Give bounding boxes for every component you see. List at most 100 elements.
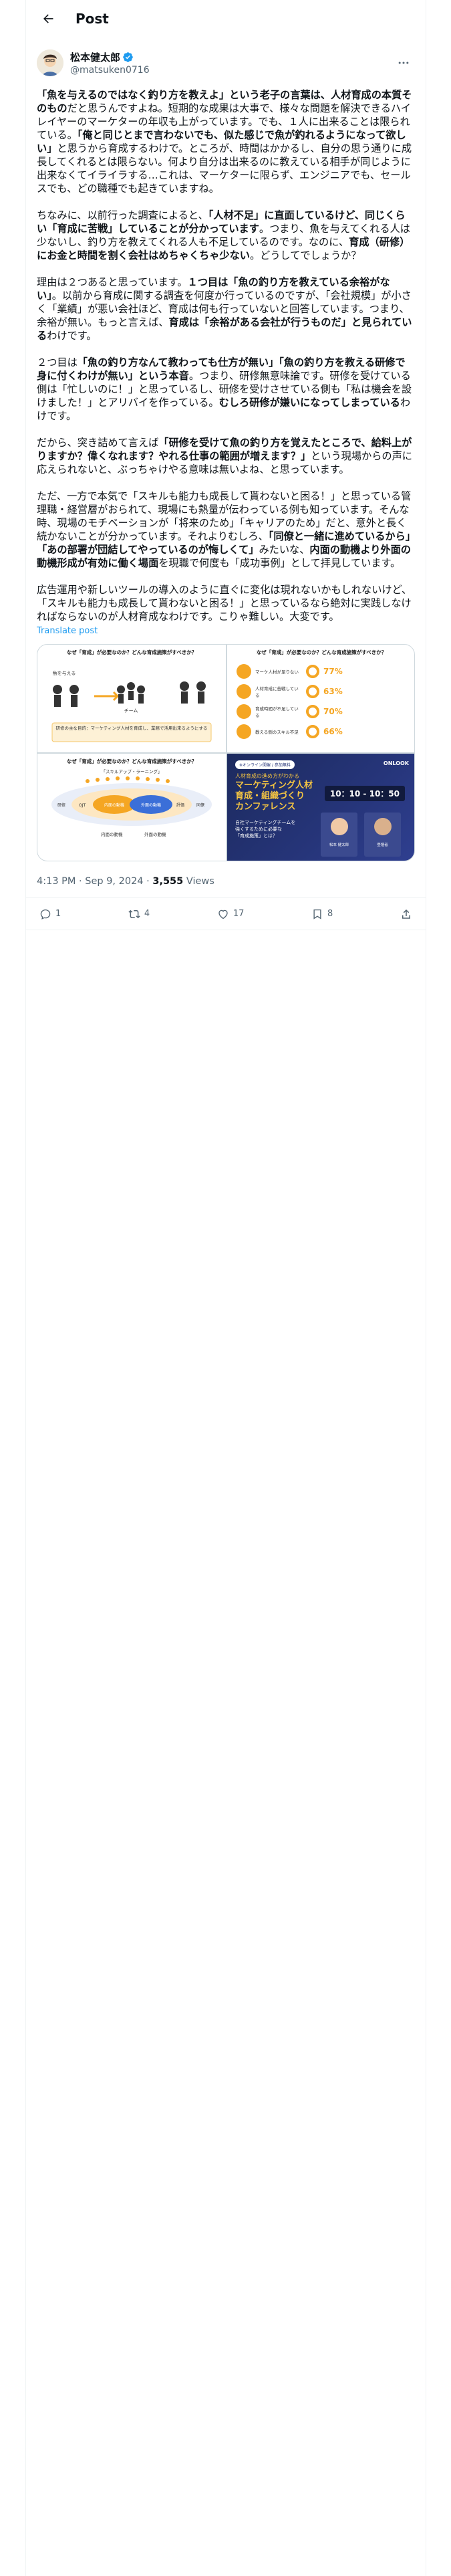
image-2-title: なぜ「育成」が必要なのか？どんな育成施策がすべきか？ [256, 649, 387, 655]
heart-icon [218, 909, 228, 919]
stat-label: マーケ人材が足りない [255, 669, 299, 675]
author-handle[interactable]: @matsuken0716 [70, 65, 392, 76]
stat-label: 育成時間が不足している [255, 706, 299, 718]
stat-donut-icon [306, 725, 319, 738]
like-count: 17 [233, 909, 245, 919]
post-time[interactable]: 4:13 PM · Sep 9, 2024 · [37, 876, 152, 887]
diagram-label-6: 同僚 [196, 802, 204, 808]
diagram-label-5: 評価 [176, 802, 184, 808]
post-paragraph-3: 理由は２つあると思っています。１つ目は「魚の釣り方を教えている余裕がない」。以前… [37, 276, 412, 342]
top-bar: Post [26, 0, 426, 37]
post-paragraph-1: 「魚を与えるのではなく釣り方を教えよ」という老子の言葉は、人材育成の本質そのもの… [37, 89, 412, 195]
webinar-pill: ※オンライン開催 / 参加無料 [235, 760, 295, 769]
webinar-title-line-1: マーケティング人材 [235, 780, 313, 790]
stat-row: 育成時間が不足している 70% [237, 702, 406, 722]
speaker-2-name: 登壇者 [377, 843, 388, 847]
page-title: Post [76, 11, 109, 27]
speaker-1-name: 松本 健太郎 [329, 843, 349, 847]
image-1-bubble: 魚を与える [53, 670, 76, 676]
stat-percent: 77% [323, 667, 343, 676]
author-name: 松本健太郎 [70, 51, 121, 64]
image-2-rows: マーケ人材が足りない 77% 人材育成に苦戦している 63% 育成時間が不足して… [227, 656, 414, 742]
stat-person-icon [237, 724, 251, 739]
image-3-label-top: 「スキルアップ・ラーニング」 [101, 769, 162, 774]
page: Post 松本健太郎 @matsuken0716 「魚を与えるのではなく釣り方を… [0, 0, 451, 2576]
image-1-box-text: 研修の主な目的：マーケティング人材を育成し、業務で活用出来るようにする [55, 726, 208, 731]
reply-button[interactable]: 1 [39, 908, 61, 920]
translate-post-link[interactable]: Translate post [26, 626, 426, 636]
speaker-1-photo: 松本 健太郎 [321, 813, 357, 857]
stat-person-icon [237, 664, 251, 679]
author-names: 松本健太郎 @matsuken0716 [70, 50, 392, 76]
webinar-desc-line-3: 「育成施策」とは？ [235, 833, 277, 839]
media-image-3[interactable]: なぜ「育成」が必要なのか？どんな育成施策がすべきか？ 「スキルアップ・ラーニング… [37, 754, 226, 861]
more-options-button[interactable] [392, 51, 415, 74]
diagram-footer-right: 外面の動機 [144, 831, 166, 837]
action-bar: 1 4 17 8 [26, 898, 426, 930]
speaker-2-face-icon [373, 818, 392, 835]
post-text: 「魚を与えるのではなく釣り方を教えよ」という老子の言葉は、人材育成の本質そのもの… [26, 80, 426, 623]
stat-donut-icon [306, 705, 319, 718]
diagram-label-2: OJT [79, 803, 86, 808]
brand-logo: ONLOOK [383, 760, 409, 766]
bookmark-button[interactable]: 8 [311, 908, 333, 920]
image-3-title: なぜ「育成」が必要なのか？どんな育成施策がすべきか？ [66, 758, 197, 764]
webinar-desc-line-1: 自社マーケティングチームを [235, 820, 296, 825]
share-icon [402, 909, 410, 919]
stat-donut-icon [306, 665, 319, 678]
webinar-time: 10：10 - 10：50 [324, 786, 405, 801]
repost-count: 4 [144, 909, 150, 919]
post-paragraph-5: だから、突き詰めて言えば「研修を受けて魚の釣り方を覚えたところで、給料上がります… [37, 437, 412, 475]
image-1-title: なぜ「育成」が必要なのか？どんな育成施策がすべきか？ [66, 649, 197, 655]
repost-icon [128, 909, 140, 918]
bookmark-icon [313, 909, 321, 920]
speaker-2-photo: 登壇者 [364, 813, 401, 857]
stat-row: マーケ人材が足りない 77% [237, 661, 406, 681]
stat-person-icon [237, 704, 251, 719]
webinar-title-line-2: 育成・組織づくり [235, 791, 305, 801]
image-3-diagram: 研修 OJT 内面の動機 外面の動機 評価 同僚 内面の動機 外面の動機 [51, 776, 212, 837]
share-button[interactable] [400, 908, 412, 920]
webinar-tagline: 人材育成の進め方がわかる [235, 773, 299, 779]
diagram-label-3: 内面の動機 [104, 802, 124, 808]
diagram-label-1: 研修 [57, 802, 65, 808]
webinar-desc: 自社マーケティングチームを 強くするために必要な 「育成施策」とは？ [235, 819, 295, 839]
post-paragraph-6: ただ、一方で本気で「スキルも能力も成長して貰わないと困る！」と思っている管理職・… [37, 490, 412, 569]
post-meta: 4:13 PM · Sep 9, 2024 · 3,555 Views [26, 865, 426, 898]
reply-icon [40, 909, 51, 920]
post-column: Post 松本健太郎 @matsuken0716 「魚を与えるのではなく釣り方を… [25, 0, 426, 2576]
stat-donut-icon [306, 685, 319, 698]
diagram-footer-left: 内面の動機 [101, 831, 123, 837]
post-paragraph-7: 広告運用や新しいツールの導入のように直ぐに変化は現れないかもしれないけど、「スキ… [37, 584, 412, 623]
stat-row: 教える側のスキル不足 66% [237, 722, 406, 742]
webinar-title: マーケティング人材 育成・組織づくり カンファレンス [235, 780, 313, 813]
post-paragraph-4: ２つ目は「魚の釣り方なんて教わっても仕方が無い」「魚の釣り方を教える研修で身に付… [37, 356, 412, 422]
stat-percent: 66% [323, 727, 343, 736]
repost-button[interactable]: 4 [128, 908, 150, 920]
avatar[interactable] [37, 49, 63, 76]
stat-row: 人材育成に苦戦している 63% [237, 681, 406, 702]
views-label: Views [183, 876, 214, 887]
media-image-2[interactable]: なぜ「育成」が必要なのか？どんな育成施策がすべきか？ マーケ人材が足りない 77… [227, 645, 414, 752]
webinar-title-line-3: カンファレンス [235, 802, 296, 812]
author-display-name[interactable]: 松本健太郎 [70, 50, 392, 64]
stat-percent: 63% [323, 687, 343, 696]
stat-percent: 70% [323, 707, 343, 716]
speaker-1-face-icon [330, 818, 348, 835]
views-count: 3,555 [152, 876, 184, 887]
media-image-1[interactable]: なぜ「育成」が必要なのか？どんな育成施策がすべきか？ 魚を与える チーム 研修の… [37, 645, 226, 752]
verified-badge-icon [123, 52, 133, 62]
post-paragraph-2: ちなみに、以前行った調査によると、「人材不足」に直面しているけど、同じくらい「育… [37, 209, 410, 261]
diagram-label-4: 外面の動機 [141, 802, 161, 808]
media-image-4[interactable]: ※オンライン開催 / 参加無料 ONLOOK 人材育成の進め方がわかる マーケテ… [227, 754, 414, 861]
back-button[interactable] [37, 7, 59, 30]
like-button[interactable]: 17 [217, 908, 245, 920]
stat-label: 人材育成に苦戦している [255, 686, 299, 698]
webinar-desc-line-2: 強くするために必要な [235, 827, 282, 832]
back-arrow-icon [43, 14, 53, 23]
more-dots-icon [398, 62, 409, 64]
media-grid: なぜ「育成」が必要なのか？どんな育成施策がすべきか？ 魚を与える チーム 研修の… [37, 644, 415, 861]
image-1-person: チーム [124, 708, 138, 714]
stat-person-icon [237, 684, 251, 699]
reply-count: 1 [55, 909, 61, 919]
